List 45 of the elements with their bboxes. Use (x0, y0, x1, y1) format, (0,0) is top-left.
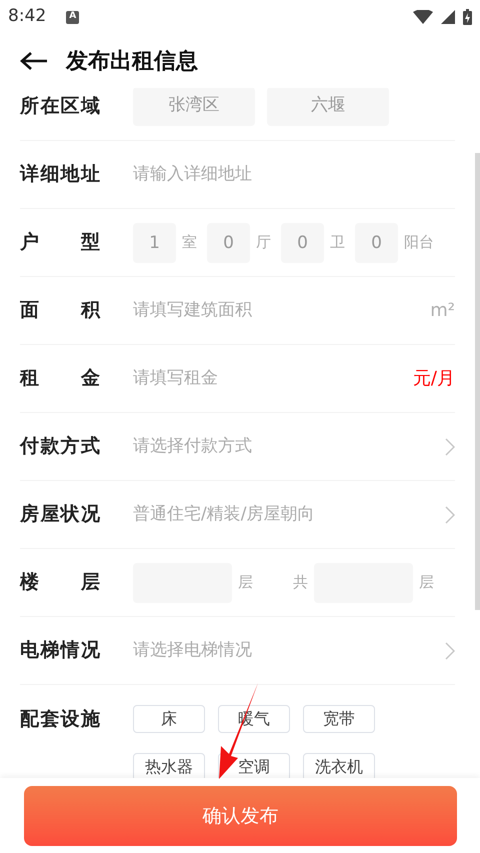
input-field[interactable]: 请填写租金 (133, 366, 413, 392)
battery-icon (463, 9, 472, 25)
field-label: 面积 (20, 298, 100, 324)
count-field[interactable]: 0 (355, 222, 398, 262)
select-field[interactable]: 请选择电梯情况 (133, 638, 455, 664)
chevron-right-icon (445, 506, 455, 524)
count-field[interactable]: 0 (207, 222, 250, 262)
unit-label: 层 (238, 572, 253, 594)
field-label: 租金 (20, 366, 100, 392)
unit-label: 阳台 (404, 232, 434, 254)
field-label: 所在区域 (20, 94, 100, 119)
notification-icon: A (66, 10, 80, 24)
wifi-icon (413, 10, 433, 24)
field-label: 房屋状况 (20, 502, 100, 528)
signal-icon (441, 10, 455, 24)
submit-button[interactable]: 确认发布 (24, 786, 457, 846)
chevron-right-icon (445, 642, 455, 660)
field-label: 电梯情况 (20, 638, 100, 664)
unit-label: 室 (182, 232, 197, 254)
field-label: 配套设施 (20, 707, 100, 732)
status-time: 8:42 (8, 5, 46, 28)
unit-label: 元/月 (412, 367, 455, 391)
unit-label: 层 (419, 572, 434, 594)
input-field[interactable]: 请输入详细地址 (133, 162, 455, 188)
total-label: 共 (293, 572, 308, 594)
district-chip[interactable]: 张湾区 (133, 88, 255, 126)
field-label: 详细地址 (20, 162, 100, 188)
facility-tag[interactable]: 热水器 (133, 753, 205, 778)
unit-label: m² (430, 299, 455, 323)
facility-tag[interactable]: 洗衣机 (303, 753, 375, 778)
page-title: 发布出租信息 (66, 48, 198, 76)
select-field[interactable]: 请选择付款方式 (133, 434, 455, 460)
district-chip[interactable]: 六堰 (267, 88, 389, 126)
field-label: 楼层 (20, 570, 100, 596)
facility-tag[interactable]: 床 (133, 705, 205, 733)
unit-label: 卫 (330, 232, 345, 254)
chevron-right-icon (445, 438, 455, 456)
unit-label: 厅 (256, 232, 271, 254)
input-field[interactable]: 请填写建筑面积 (133, 298, 430, 324)
field-label: 付款方式 (20, 434, 100, 460)
field-label: 户型 (20, 230, 100, 256)
count-field[interactable]: 0 (281, 222, 324, 262)
select-field[interactable]: 普通住宅/精装/房屋朝向 (133, 502, 455, 528)
count-field[interactable]: 1 (133, 222, 176, 262)
facility-tag[interactable]: 宽带 (303, 705, 375, 733)
